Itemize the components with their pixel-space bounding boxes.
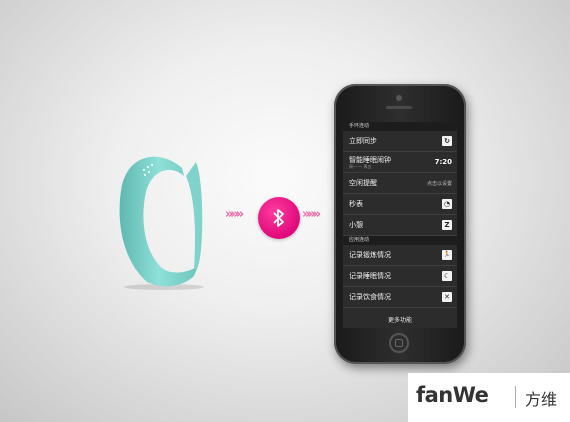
nap-icon[interactable]: Z (442, 220, 452, 230)
logo-text-en: fanWe (416, 383, 489, 407)
sync-icon[interactable]: ↻ (442, 136, 452, 146)
row-label: 记录锻炼情况 (349, 251, 391, 259)
row-nap[interactable]: 小憩 Z (343, 215, 457, 236)
right-arrows: »»» (302, 207, 321, 222)
bluetooth-badge (258, 197, 300, 239)
logo-text-cn: 方维 (525, 390, 558, 409)
smartphone: 手环连动 立即同步 ↻ 智能睡眠闹钟 周一 ～ 周五 7:20 空闲提醒 点击以… (334, 84, 466, 364)
row-label: 记录睡眠情况 (349, 272, 391, 280)
phone-screen: 手环连动 立即同步 ↻ 智能睡眠闹钟 周一 ～ 周五 7:20 空闲提醒 点击以… (343, 122, 457, 328)
set-link[interactable]: 点击以设置 (427, 180, 452, 187)
alarm-time: 7:20 (434, 158, 452, 166)
row-label: 智能睡眠闹钟 (349, 155, 391, 164)
section-header-band: 手环连动 (343, 122, 457, 131)
row-log-exercise[interactable]: 记录锻炼情况 🏃 (343, 245, 457, 266)
row-label: 小憩 (349, 221, 363, 229)
left-arrows: »»» (225, 207, 244, 222)
row-label: 记录饮食情况 (349, 293, 391, 301)
row-idle-reminder[interactable]: 空闲提醒 点击以设置 (343, 173, 457, 194)
run-icon[interactable]: 🏃 (442, 250, 452, 260)
bluetooth-icon (273, 209, 284, 227)
alarm-text: 智能睡眠闹钟 周一 ～ 周五 (349, 156, 391, 169)
alarm-days: 周一 ～ 周五 (349, 163, 372, 169)
row-log-food[interactable]: 记录饮食情况 ✕ (343, 287, 457, 308)
row-stopwatch[interactable]: 秒表 ◔ (343, 194, 457, 215)
row-label: 立即同步 (349, 137, 377, 145)
home-button[interactable] (389, 333, 409, 353)
section-header-app: 应用连动 (343, 236, 457, 245)
moon-icon[interactable]: ☾ (442, 271, 452, 281)
row-sync-now[interactable]: 立即同步 ↻ (343, 131, 457, 152)
speaker (386, 106, 412, 109)
row-log-sleep[interactable]: 记录睡眠情况 ☾ (343, 266, 457, 287)
row-label: 空闲提醒 (349, 179, 377, 187)
row-label: 秒表 (349, 200, 363, 208)
more-features-button[interactable]: 更多功能 (343, 308, 457, 328)
logo-divider (515, 386, 516, 408)
cutlery-icon[interactable]: ✕ (442, 292, 452, 302)
stopwatch-icon[interactable]: ◔ (442, 199, 452, 209)
fitness-band-image (112, 140, 212, 290)
row-smart-alarm[interactable]: 智能睡眠闹钟 周一 ～ 周五 7:20 (343, 152, 457, 173)
logo-watermark: fanWe 方维 (408, 373, 570, 422)
camera (396, 95, 402, 101)
